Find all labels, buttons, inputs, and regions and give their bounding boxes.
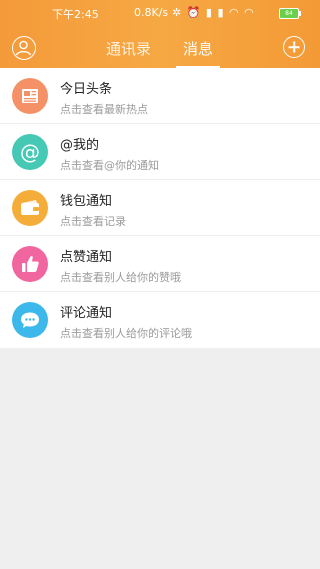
newspaper-icon [12,78,48,114]
item-subtitle: 点击查看别人给你的评论哦 [60,327,192,340]
wifi-icon-2: ◠ [244,6,255,19]
app-header: 下午2:45 0.8K/s ✲ ⏰ ▮ ▮ ◠ ◠ 84 通讯录 消息 [0,0,320,68]
list-item-wallet[interactable]: 钱包通知 点击查看记录 [0,180,320,236]
comment-icon [12,302,48,338]
svg-text:@: @ [20,140,40,164]
message-list: 今日头条 点击查看最新热点 @ @我的 点击查看@你的通知 钱包通知 点击查看记… [0,68,320,348]
tab-contacts[interactable]: 通讯录 [106,38,151,59]
thumbs-up-icon [12,246,48,282]
status-time: 下午2:45 [52,8,99,21]
battery-icon: 84 [279,8,301,19]
status-icons: ✲ ⏰ ▮ ▮ ◠ ◠ [172,6,255,19]
list-item-mentions[interactable]: @ @我的 点击查看@你的通知 [0,124,320,180]
list-item-headlines[interactable]: 今日头条 点击查看最新热点 [0,68,320,124]
signal-icon: ▮ [205,6,213,19]
item-subtitle: 点击查看最新热点 [60,103,148,116]
top-tabs: 通讯录 消息 [0,38,320,68]
wifi-icon: ◠ [229,6,240,19]
item-subtitle: 点击查看记录 [60,215,126,228]
item-title: 今日头条 [60,82,113,97]
item-title: 评论通知 [60,306,113,321]
status-bar: 下午2:45 0.8K/s ✲ ⏰ ▮ ▮ ◠ ◠ 84 [0,6,320,22]
at-sign-icon: @ [12,134,48,170]
tab-messages[interactable]: 消息 [183,38,213,59]
item-subtitle: 点击查看@你的通知 [60,159,159,172]
item-title: @我的 [60,138,100,153]
list-item-likes[interactable]: 点赞通知 点击查看别人给你的赞哦 [0,236,320,292]
list-item-comments[interactable]: 评论通知 点击查看别人给你的评论哦 [0,292,320,348]
status-net-speed: 0.8K/s [134,6,169,19]
item-subtitle: 点击查看别人给你的赞哦 [60,271,181,284]
bluetooth-icon: ✲ [172,6,183,19]
alarm-icon: ⏰ [186,6,202,19]
signal-icon-2: ▮ [217,6,225,19]
add-button[interactable] [283,36,305,58]
item-title: 钱包通知 [60,194,113,209]
item-title: 点赞通知 [60,250,113,265]
wallet-icon [12,190,48,226]
